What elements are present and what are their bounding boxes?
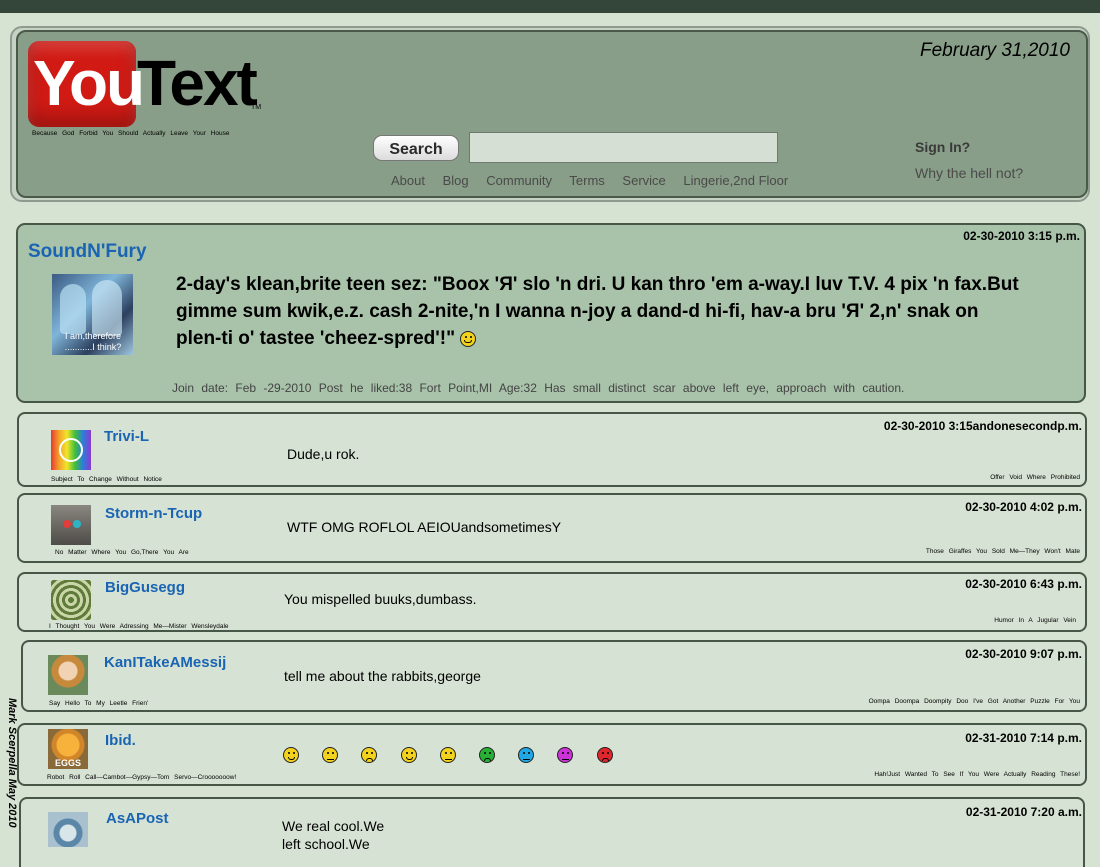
avatar-caption: I am,therefore ...........I think? [64,331,122,352]
main-post-username[interactable]: SoundN'Fury [28,241,147,263]
top-bar [0,0,1100,13]
reply-username[interactable]: KanITakeAMessij [104,654,226,671]
reply-date: 02-30-2010 4:02 p.m. [965,500,1082,514]
reply-avatar[interactable] [51,505,91,545]
smiley-icon [479,747,495,763]
reply-date: 02-30-2010 6:43 p.m. [965,577,1082,591]
reply-username[interactable]: Storm-n-Tcup [105,505,202,522]
side-signature: Mark Scerpella May 2010 [6,698,18,828]
reply-avatar[interactable]: EGGS [48,729,88,769]
logo-you[interactable]: You [33,47,145,119]
reply-text: We real cool.We [282,818,385,834]
nav-lingerie[interactable]: Lingerie,2nd Floor [683,173,788,188]
reply-text: Dude,u rok. [287,446,360,462]
sign-in-link[interactable]: Sign In? [915,139,970,155]
reply-signature: No Matter Where You Go,There You Are [55,549,189,556]
search-button[interactable]: Search [373,135,459,161]
why-not-link[interactable]: Why the hell not? [915,165,1023,181]
reply-avatar[interactable] [48,812,88,847]
smiley-icon [460,330,477,347]
smiley-icon [439,747,456,763]
reply-card [19,797,1085,867]
main-post-body: 2-day's klean,brite teen sez: "Boox 'Я' … [176,271,1026,352]
nav-community[interactable]: Community [486,173,552,188]
reply-signature: Subject To Change Without Notice [51,476,162,483]
reply-date: 02-30-2010 3:15andonesecondp.m. [883,419,1082,433]
reply-text: tell me about the rabbits,george [284,668,481,684]
reply-username[interactable]: AsAPost [106,810,169,827]
header-date: February 31,2010 [920,40,1070,61]
reply-text: left school.We [282,836,370,852]
avatar-caption: EGGS [54,758,81,768]
reply-date: 02-30-2010 9:07 p.m. [965,647,1082,661]
logo-trademark: TM [251,104,262,111]
search-input[interactable] [469,132,778,163]
smiley-icon [283,747,299,763]
nav-blog[interactable]: Blog [443,173,469,188]
logo-text[interactable]: Text [137,47,258,119]
reply-tagline: Offer Void Where Prohibited [990,474,1080,481]
reply-tagline: Oompa Doompa Doompity Doo I've Got Anoth… [868,698,1080,705]
reply-username[interactable]: Ibid. [105,732,136,749]
smiley-icon [400,747,417,763]
reply-username[interactable]: Trivi-L [104,428,149,445]
nav-about[interactable]: About [391,173,425,188]
nav-terms[interactable]: Terms [569,173,604,188]
reply-date: 02-31-2010 7:14 p.m. [965,731,1082,745]
nav-bar: About Blog Community Terms Service Linge… [391,173,802,188]
nav-service[interactable]: Service [622,173,665,188]
reply-tagline: Hah!Just Wanted To See If You Were Actua… [874,771,1080,778]
reply-signature: Robot Roll Call—Cambot—Gypsy—Tom Servo—C… [47,774,237,781]
reply-tagline: Humor In A Jugular Vein [994,617,1076,624]
reply-username[interactable]: BigGusegg [105,579,185,596]
reply-avatar[interactable] [51,580,91,620]
reply-signature: I Thought You Were Adressing Me—Mister W… [49,623,229,630]
smiley-icon [596,747,613,763]
main-post-avatar[interactable]: I am,therefore ...........I think? [52,274,133,355]
main-post-text: 2-day's klean,brite teen sez: "Boox 'Я' … [176,274,1019,349]
main-post-meta: Join date: Feb -29-2010 Post he liked:38… [172,381,905,395]
reply-text: You mispelled buuks,dumbass. [284,591,477,607]
avatar-figure [92,280,122,336]
reply-avatar[interactable] [48,655,88,695]
logo-tagline: Because God Forbid You Should Actually L… [32,130,230,137]
reply-tagline: Those Giraffes You Sold Me—They Won't Ma… [925,548,1080,555]
reply-text: WTF OMG ROFLOL AEIOUandsometimesY [287,519,562,535]
main-post-date: 02-30-2010 3:15 p.m. [963,229,1080,243]
reply-date: 02-31-2010 7:20 a.m. [965,805,1082,819]
reply-signature: Say Hello To My Leetle Frien' [49,700,149,707]
avatar-figure [60,284,86,334]
reply-avatar[interactable] [51,430,91,470]
